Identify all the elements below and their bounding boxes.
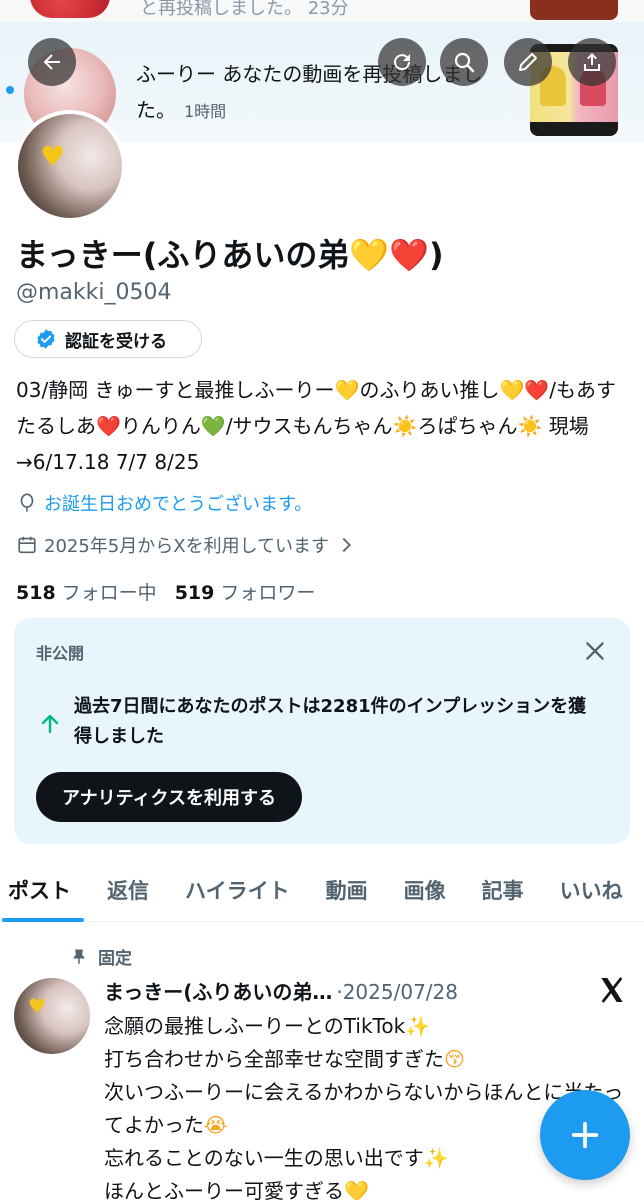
bio-text: ろぱちゃん xyxy=(417,414,518,438)
search-icon xyxy=(454,52,475,73)
followers-count: 519 xyxy=(174,582,215,604)
crying-face-emoji: 😭 xyxy=(204,1113,228,1137)
x-logo-icon xyxy=(601,977,623,1003)
display-name-close: ) xyxy=(429,236,444,274)
profile-tabs: ポスト 返信 ハイライト 動画 画像 記事 いいね xyxy=(0,858,644,922)
private-label: 非公開 xyxy=(36,644,85,663)
previous-notification: と再投稿しました。 23分 xyxy=(0,0,644,22)
search-button[interactable] xyxy=(440,38,488,86)
display-name-text: まっきー(ふりあいの弟 xyxy=(16,236,350,274)
refresh-icon xyxy=(394,54,411,71)
impressions-message: 過去7日間にあなたのポストは2281件のインプレッションを獲得しました xyxy=(74,696,587,747)
yellow-heart-emoji: 💛 xyxy=(499,378,525,402)
bio-text: 03/静岡 きゅーすと最推しふーりー xyxy=(16,378,335,402)
profile-display-name: まっきー(ふりあいの弟💛❤️) xyxy=(16,230,444,276)
post-line: ほんとふーりー可愛すぎる xyxy=(104,1179,344,1200)
birthday-text: お誕生日おめでとうございます。 xyxy=(44,494,313,515)
joined-date-text: 2025年5月からXを利用しています xyxy=(44,536,330,557)
bio-text: のふりあい推し xyxy=(359,378,500,402)
follow-counts: 518 フォロー中 519 フォロワー xyxy=(16,578,315,605)
back-arrow-icon xyxy=(43,54,60,70)
red-heart-emoji: ❤️ xyxy=(524,378,550,402)
profile-bio: 03/静岡 きゅーすと最推しふーりー💛のふりあい推し💛❤️/もあすたるしあ❤️り… xyxy=(16,372,626,480)
profile-avatar[interactable]: ♥ xyxy=(14,110,126,222)
pin-icon xyxy=(73,949,85,964)
sparkles-emoji: ✨ xyxy=(405,1014,431,1038)
post-line: 念願の最推しふーりーとのTikTok xyxy=(104,1014,406,1038)
sun-emoji: ☀️ xyxy=(517,414,543,438)
pinned-label-row: 固定 xyxy=(70,944,132,969)
balloon-icon xyxy=(20,493,34,512)
birthday-row: お誕生日おめでとうございます。 xyxy=(16,490,312,516)
post-author-name[interactable]: まっきー(ふりあいの弟… xyxy=(104,976,332,1005)
yellow-heart-emoji: 💛 xyxy=(344,1179,369,1200)
get-verified-label: 認証を受ける xyxy=(65,331,167,352)
profile-handle: @makki_0504 xyxy=(16,280,172,305)
post-line: 忘れることのない一生の思い出です xyxy=(104,1146,424,1170)
plus-icon xyxy=(571,1121,599,1149)
share-icon xyxy=(584,53,600,71)
yellow-heart-emoji: 💛 xyxy=(349,236,390,274)
post-header: まっきー(ふりあいの弟… ·2025/07/28 xyxy=(104,976,458,1005)
tab-likes[interactable]: いいね xyxy=(560,858,635,922)
tab-articles[interactable]: 記事 xyxy=(482,858,536,922)
tab-images[interactable]: 画像 xyxy=(404,858,458,922)
following-label: フォロー中 xyxy=(61,582,157,604)
notification-time: 1時間 xyxy=(184,102,227,121)
notification-avatar xyxy=(30,0,110,18)
post-text: 念願の最推しふーりーとのTikTok✨ 打ち合わせから全部幸せな空間すぎた😚 次… xyxy=(104,1010,624,1200)
following-count: 518 xyxy=(16,582,56,604)
get-verified-button[interactable]: 認証を受ける xyxy=(14,320,202,358)
tab-videos[interactable]: 動画 xyxy=(326,858,380,922)
unread-dot xyxy=(6,86,14,94)
kissing-face-emoji: 😚 xyxy=(444,1047,465,1071)
sparkles-emoji: ✨ xyxy=(423,1146,449,1170)
pinned-label: 固定 xyxy=(98,949,132,969)
post-date[interactable]: ·2025/07/28 xyxy=(336,980,458,1004)
green-heart-emoji: 💚 xyxy=(200,414,226,438)
tab-replies[interactable]: 返信 xyxy=(107,858,161,922)
back-button[interactable] xyxy=(28,38,76,86)
joined-date-row[interactable]: 2025年5月からXを利用しています xyxy=(16,532,357,558)
tab-highlights[interactable]: ハイライト xyxy=(185,858,302,922)
calendar-icon xyxy=(18,536,36,554)
post-line: 打ち合わせから全部幸せな空間すぎた xyxy=(104,1047,444,1071)
analytics-button[interactable]: アナリティクスを利用する xyxy=(36,772,303,822)
notification-thumbnail xyxy=(530,0,618,20)
red-heart-emoji: ❤️ xyxy=(389,236,430,274)
share-button[interactable] xyxy=(568,38,616,86)
edit-icon xyxy=(519,53,537,71)
tab-posts[interactable]: ポスト xyxy=(0,858,84,922)
bio-text: りんりん xyxy=(120,414,201,438)
following-link[interactable]: 518 フォロー中 xyxy=(16,578,157,605)
compose-button[interactable] xyxy=(540,1090,630,1180)
sun-emoji: ☀️ xyxy=(392,414,418,438)
red-heart-emoji: ❤️ xyxy=(96,414,121,438)
followers-label: フォロワー xyxy=(220,582,316,604)
analytics-card: 非公開 過去7日間にあなたのポストは2281件のインプレッションを獲得しました … xyxy=(14,618,630,844)
refresh-button[interactable] xyxy=(378,38,426,86)
bio-text: /サウスもんちゃん xyxy=(225,414,393,438)
notification-text: と再投稿しました。 23分 xyxy=(140,0,349,19)
yellow-heart-emoji: 💛 xyxy=(334,378,360,402)
followers-link[interactable]: 519 フォロワー xyxy=(175,578,316,605)
chevron-right-icon xyxy=(342,537,352,553)
post-author-avatar[interactable]: ♥ xyxy=(14,978,90,1054)
close-icon[interactable] xyxy=(582,638,608,664)
verified-badge-icon xyxy=(37,329,55,349)
arrow-up-icon xyxy=(41,714,59,734)
edit-button[interactable] xyxy=(504,38,552,86)
